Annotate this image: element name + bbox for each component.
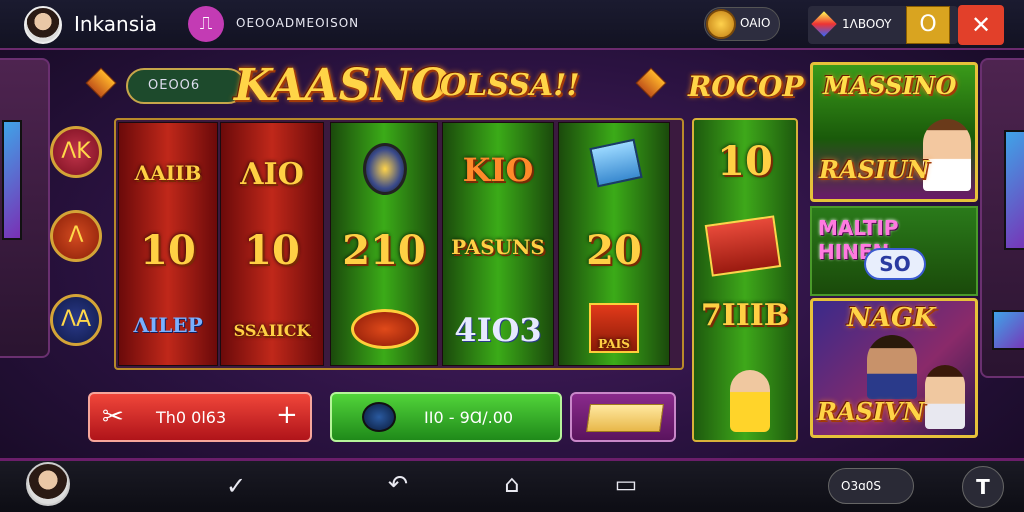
recents-icon[interactable]: ▭	[606, 470, 646, 498]
nav-pill-text: O3ɑ0S	[841, 479, 881, 493]
cheese-button[interactable]	[570, 392, 676, 442]
panel-badge: RASIUN	[819, 155, 929, 184]
reel-symbol: KIO	[462, 151, 534, 189]
cheese-icon	[586, 404, 664, 432]
main-title: KAASNO	[234, 60, 450, 111]
spin-icon	[362, 402, 396, 432]
reel-symbol: SSAIICK	[233, 321, 311, 340]
gem-balance: 1ΛBOOY	[842, 17, 892, 31]
character-icon	[925, 365, 965, 429]
back-icon[interactable]: ↶	[378, 470, 418, 498]
tools-icon: ✂	[102, 402, 124, 432]
profile-avatar[interactable]	[24, 6, 62, 44]
promo-panel-2[interactable]: MALTIP HINEN SO	[810, 206, 978, 296]
reel-symbol: 10	[717, 138, 773, 185]
diamond-icon	[635, 67, 667, 99]
right-title: ROCOP	[688, 70, 804, 103]
side-button-2[interactable]: Λ	[50, 210, 102, 262]
reel-symbol: PASUNS	[451, 235, 545, 259]
game-screen: Inkansia ⎍ OEOOADMEOISON OAIO 1ΛBOOY O ✕…	[0, 0, 1024, 512]
coin-icon	[706, 9, 736, 39]
reel-5[interactable]: 20 PAIS	[558, 122, 670, 366]
home-icon[interactable]: ⌂	[492, 470, 532, 498]
reel-symbol: 20	[586, 227, 642, 274]
header-pill-text: OEOO6	[148, 78, 201, 93]
reel-symbol: 7IIIB	[700, 298, 790, 333]
nav-pill[interactable]: O3ɑ0S	[828, 468, 914, 504]
ok-button[interactable]: O	[906, 6, 950, 44]
reel-symbol: 210	[342, 227, 426, 274]
reel-symbol: PAIS	[598, 337, 630, 351]
app-name: Inkansia	[74, 12, 157, 36]
drum-symbol-icon	[704, 215, 782, 277]
box-symbol-icon	[589, 138, 643, 188]
reel-symbol: 4IO3	[454, 311, 542, 349]
promo-panel-1[interactable]: MASSINO RASIUN	[810, 62, 978, 202]
reel-1[interactable]: ΛAIIB 10 ΛILEP	[118, 122, 218, 366]
reel-symbol: 10	[140, 227, 196, 274]
reel-2[interactable]: ΛIO 10 SSAIICK	[220, 122, 324, 366]
chip-symbol-icon	[351, 309, 419, 349]
character-icon	[867, 335, 917, 399]
promo-panel-3[interactable]: NAGK RASIVN	[810, 298, 978, 438]
reel-symbol: 10	[244, 227, 300, 274]
top-subtitle: OEOOADMEOISON	[236, 16, 360, 30]
bet-label: Th0 0l63	[156, 408, 227, 427]
character-icon	[923, 119, 971, 191]
right-reel[interactable]: 10 7IIIB	[692, 118, 798, 442]
diamond-icon	[85, 67, 117, 99]
reel-symbol: ΛILEP	[133, 313, 203, 337]
panel-badge: RASIVN	[817, 397, 925, 426]
panel-badge: SO	[864, 248, 926, 280]
left-arcade-cabinet	[0, 58, 50, 358]
second-title: OLSSA!!	[440, 68, 580, 103]
reel-symbol: ΛIO	[240, 157, 304, 192]
check-icon[interactable]: ✓	[216, 472, 256, 500]
plus-icon: +	[276, 400, 298, 430]
menu-icon[interactable]: T	[962, 466, 1004, 508]
reel-3[interactable]: 210	[330, 122, 438, 366]
panel-title: MASSINO	[823, 71, 957, 100]
coin-symbol-icon	[363, 143, 407, 195]
close-button[interactable]: ✕	[958, 5, 1004, 45]
game-icon[interactable]: ⎍	[188, 6, 224, 42]
reel-symbol: ΛAIIB	[134, 161, 202, 185]
bet-button[interactable]: ✂ Th0 0l63 +	[88, 392, 312, 442]
reel-4[interactable]: KIO PASUNS 4IO3	[442, 122, 554, 366]
win-button[interactable]: II0 - 9Ɑ/.00	[330, 392, 562, 442]
side-button-1[interactable]: ΛK	[50, 126, 102, 178]
panel-title: NAGK	[847, 303, 936, 333]
right-arcade-cabinet	[980, 58, 1024, 378]
nav-avatar[interactable]	[26, 462, 70, 506]
side-button-3[interactable]: ΛA	[50, 294, 102, 346]
win-label: II0 - 9Ɑ/.00	[424, 408, 514, 427]
character-icon	[730, 370, 770, 432]
coin-balance: OAIO	[740, 16, 771, 30]
